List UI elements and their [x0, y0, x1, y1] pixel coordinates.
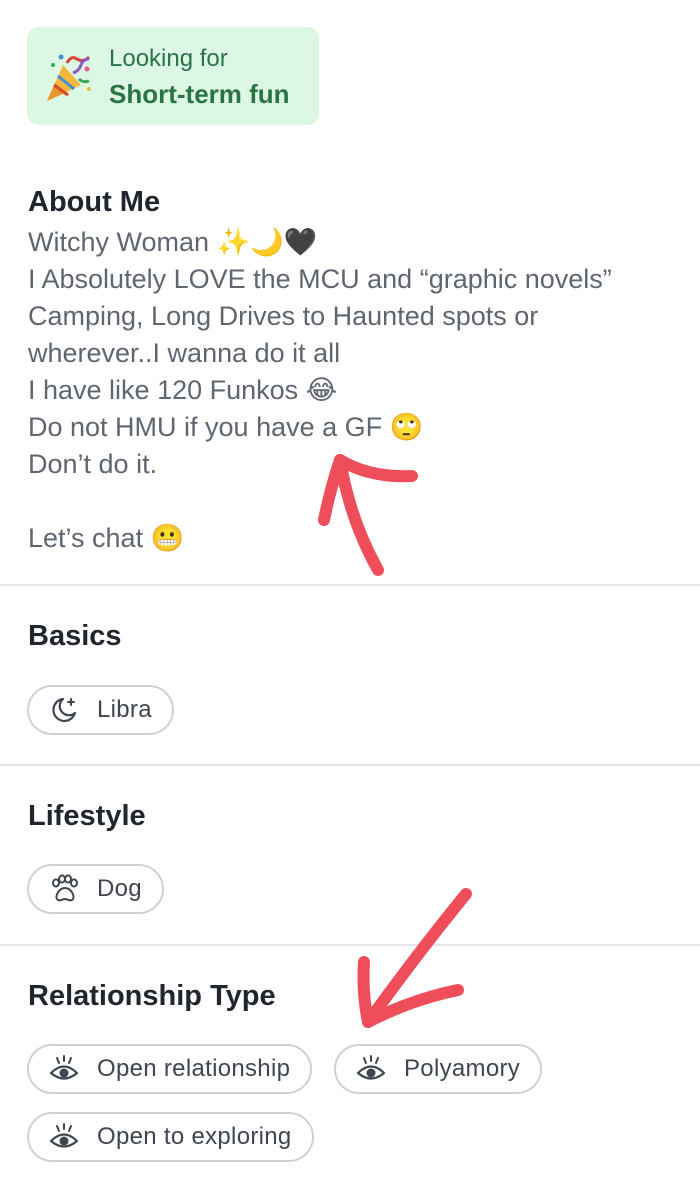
tag-pill-libra[interactable]: Libra — [27, 685, 174, 735]
tag-label: Libra — [97, 696, 152, 723]
about-me-heading: About Me — [28, 186, 161, 218]
about-line: Witchy Woman ✨🌙🖤 — [28, 227, 318, 257]
about-line: Camping, Long Drives to Haunted spots or — [28, 301, 539, 331]
looking-for-label: Looking for — [109, 45, 228, 72]
looking-for-value: Short-term fun — [109, 79, 290, 109]
relationship-type-heading: Relationship Type — [28, 980, 276, 1012]
lifestyle-heading: Lifestyle — [28, 800, 146, 832]
divider — [0, 584, 700, 586]
tag-label: Open to exploring — [97, 1123, 292, 1150]
annotation-arrow-down-left — [357, 888, 472, 1028]
about-line: I Absolutely LOVE the MCU and “graphic n… — [28, 264, 612, 294]
basics-heading: Basics — [28, 620, 122, 652]
moon-stars-icon — [52, 697, 77, 722]
tag-label: Dog — [97, 875, 142, 902]
tag-label: Open relationship — [97, 1055, 291, 1082]
tag-pill-open-to-exploring[interactable]: Open to exploring — [27, 1112, 314, 1162]
looking-for-card: Looking for Short-term fun — [27, 27, 319, 125]
eye-icon — [49, 1055, 79, 1080]
annotation-arrow-up — [318, 454, 418, 576]
about-line: I have like 120 Funkos 😂 — [28, 375, 338, 405]
tag-pill-dog[interactable]: Dog — [27, 864, 164, 914]
eye-icon — [356, 1055, 386, 1080]
divider — [0, 764, 700, 766]
paw-icon — [52, 874, 78, 902]
eye-icon — [49, 1123, 79, 1148]
about-line: wherever..I wanna do it all — [28, 338, 341, 368]
tag-label: Polyamory — [404, 1055, 521, 1082]
tag-pill-polyamory[interactable]: Polyamory — [334, 1044, 543, 1094]
tag-pill-open-relationship[interactable]: Open relationship — [27, 1044, 313, 1094]
party-popper-icon — [47, 54, 91, 101]
